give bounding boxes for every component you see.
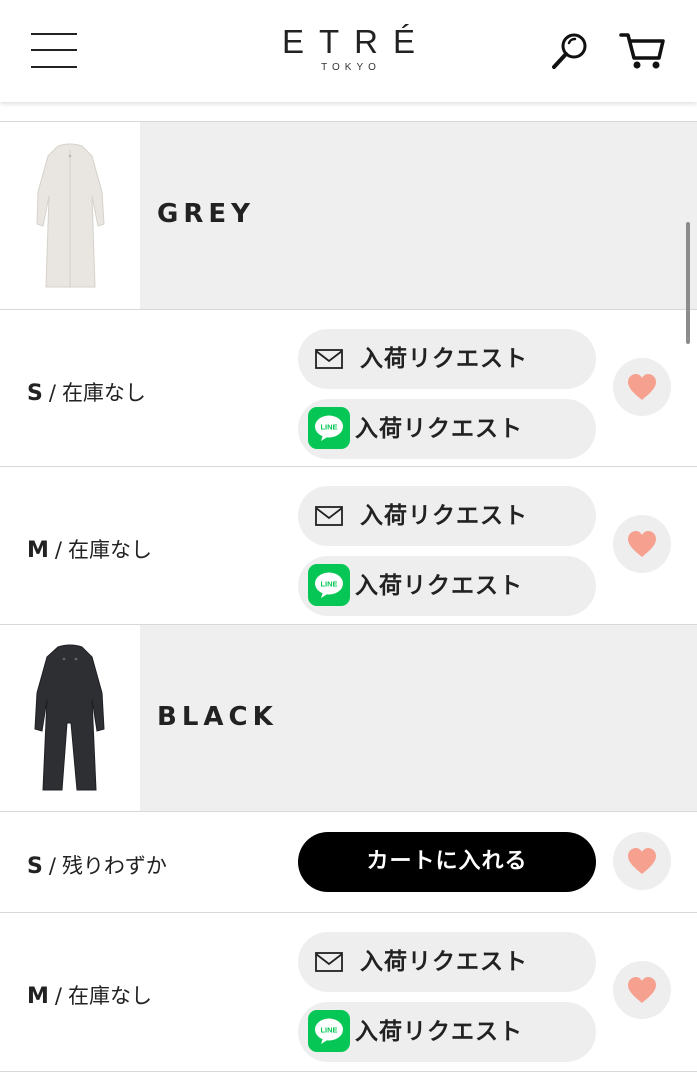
favorite-button[interactable] xyxy=(613,961,671,1019)
line-icon: LINE xyxy=(308,407,350,449)
color-row-grey: GREY xyxy=(0,121,697,310)
mail-restock-request-button[interactable]: 入荷リクエスト xyxy=(298,329,596,389)
color-name: BLACK xyxy=(157,702,278,732)
size-label: S xyxy=(27,381,43,406)
size-row: M / 在庫なし 入荷リクエスト LINE 入荷リクエスト xyxy=(0,466,697,625)
button-label: 入荷リクエスト xyxy=(355,1019,523,1045)
stock-status: 在庫なし xyxy=(67,538,152,562)
size-label: S xyxy=(27,854,43,879)
size-status: S / 在庫なし xyxy=(27,381,146,406)
line-icon: LINE xyxy=(308,1010,350,1052)
mail-icon xyxy=(315,349,343,369)
line-restock-request-button[interactable]: LINE 入荷リクエスト xyxy=(298,1002,596,1062)
product-image-grey xyxy=(0,122,140,310)
brand-name: ETRÉ xyxy=(281,23,430,60)
heart-icon xyxy=(628,848,656,874)
favorite-button[interactable] xyxy=(613,515,671,573)
button-label: 入荷リクエスト xyxy=(360,949,528,975)
heart-icon xyxy=(628,374,656,400)
size-status: M / 在庫なし xyxy=(27,538,152,563)
mail-restock-request-button[interactable]: 入荷リクエスト xyxy=(298,486,596,546)
size-label: M xyxy=(27,984,49,1009)
cart-icon xyxy=(619,33,665,69)
color-row-black: BLACK xyxy=(0,624,697,812)
mail-icon xyxy=(315,952,343,972)
size-status: M / 在庫なし xyxy=(27,984,152,1009)
cart-button[interactable] xyxy=(618,30,666,72)
color-header-black: BLACK xyxy=(140,625,697,812)
favorite-button[interactable] xyxy=(613,832,671,890)
line-restock-request-button[interactable]: LINE 入荷リクエスト xyxy=(298,556,596,616)
heart-icon xyxy=(628,531,656,557)
mail-restock-request-button[interactable]: 入荷リクエスト xyxy=(298,932,596,992)
product-image-black xyxy=(0,625,140,812)
heart-icon xyxy=(628,977,656,1003)
brand-sub: TOKYO xyxy=(321,62,381,73)
stock-status: 残りわずか xyxy=(61,854,167,878)
svg-text:LINE: LINE xyxy=(320,1026,337,1035)
color-header-grey: GREY xyxy=(140,122,697,310)
line-restock-request-button[interactable]: LINE 入荷リクエスト xyxy=(298,399,596,459)
line-icon: LINE xyxy=(308,564,350,606)
button-label: 入荷リクエスト xyxy=(360,503,528,529)
search-icon xyxy=(552,33,587,69)
svg-text:LINE: LINE xyxy=(320,423,337,432)
size-label: M xyxy=(27,538,49,563)
site-header: ETRÉ TOKYO xyxy=(0,0,697,102)
size-status: S / 残りわずか xyxy=(27,854,167,879)
scrollbar[interactable] xyxy=(686,222,690,344)
button-label: 入荷リクエスト xyxy=(355,416,523,442)
button-label: 入荷リクエスト xyxy=(355,573,523,599)
add-to-cart-button[interactable]: カートに入れる xyxy=(298,832,596,892)
stock-status: 在庫なし xyxy=(67,984,152,1008)
button-label: カートに入れる xyxy=(366,849,528,874)
favorite-button[interactable] xyxy=(613,358,671,416)
stock-status: 在庫なし xyxy=(61,381,146,405)
color-name: GREY xyxy=(157,199,255,229)
search-button[interactable] xyxy=(548,30,592,72)
svg-text:LINE: LINE xyxy=(320,580,337,589)
mail-icon xyxy=(315,506,343,526)
size-row: M / 在庫なし 入荷リクエスト LINE 入荷リクエスト xyxy=(0,912,697,1072)
size-row: S / 残りわずか カートに入れる xyxy=(0,811,697,913)
button-label: 入荷リクエスト xyxy=(360,346,528,372)
brand-logo[interactable]: ETRÉ TOKYO xyxy=(0,22,697,74)
size-row: S / 在庫なし 入荷リクエスト LINE 入荷リクエスト xyxy=(0,309,697,467)
